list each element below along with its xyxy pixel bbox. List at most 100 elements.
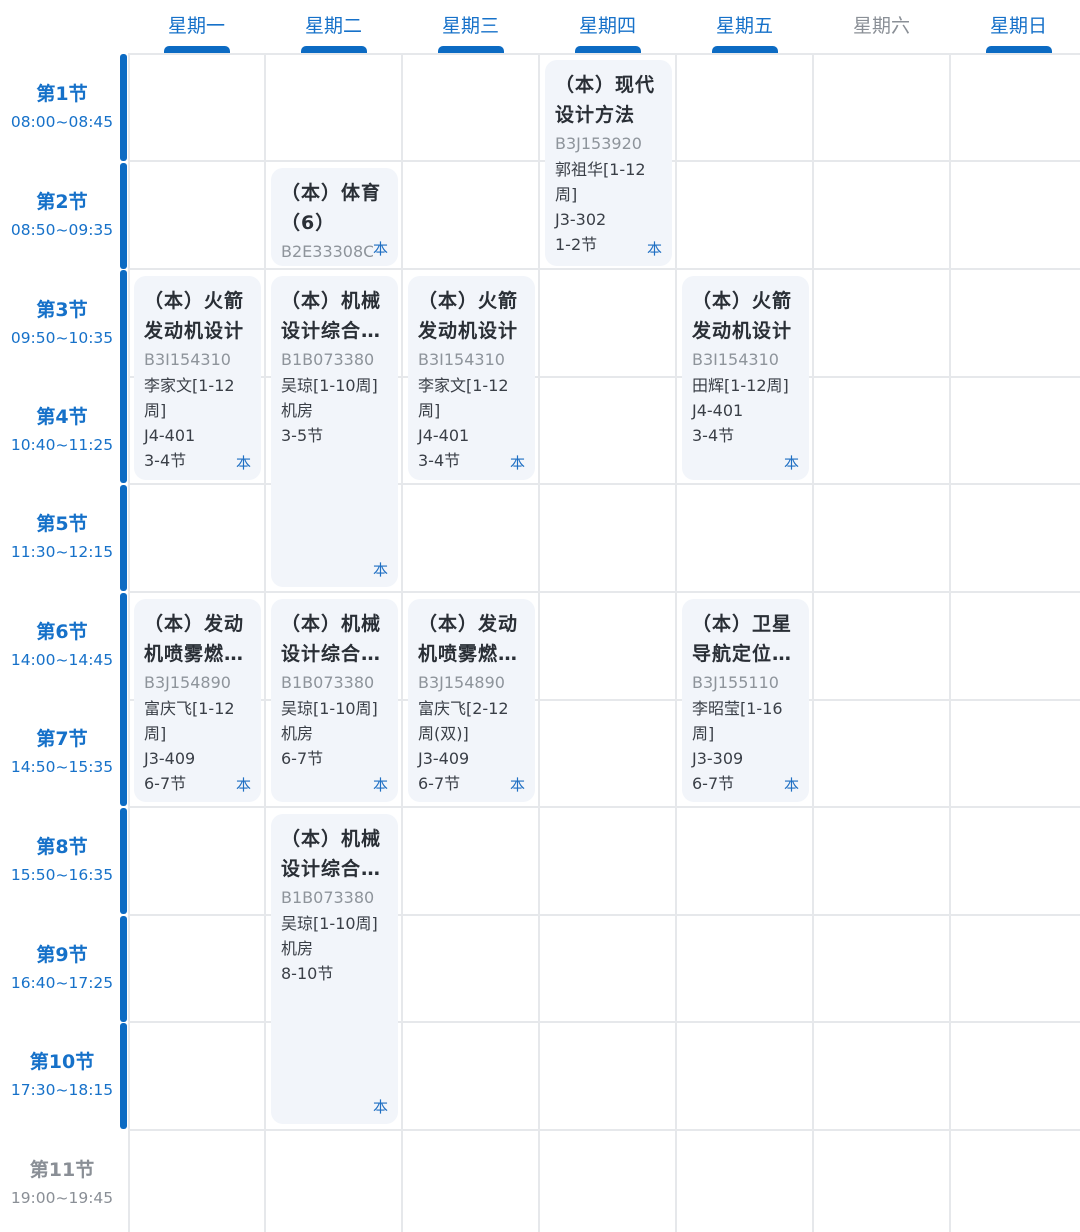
- course-detail: 吴琼[1-10周]: [281, 699, 378, 718]
- day-header-sat[interactable]: 星期六: [813, 0, 950, 54]
- course-title: 设计综合…: [281, 858, 382, 880]
- period-name: 第6节: [36, 621, 88, 643]
- undergrad-badge: 本: [372, 776, 388, 794]
- course-detail: 周]: [692, 724, 715, 743]
- course-detail: 6-7节: [144, 774, 187, 793]
- course-card[interactable]: （本）现代 设计方法 B3J153920 郭祖华[1-12 周] J3-302 …: [545, 60, 672, 266]
- period-10: 第10节 17:30~18:15: [0, 1022, 124, 1129]
- course-title: （本）体育: [281, 182, 382, 204]
- course-detail: 周]: [144, 724, 167, 743]
- course-detail: J4-401: [144, 426, 196, 445]
- period-time: 08:50~09:35: [10, 221, 114, 239]
- period-time: 17:30~18:15: [10, 1081, 114, 1099]
- course-card[interactable]: （本）卫星 导航定位… B3J155110 李昭莹[1-16 周] J3-309…: [682, 599, 809, 802]
- day-header-mon[interactable]: 星期一: [128, 0, 265, 54]
- course-card[interactable]: （本）机械 设计综合… B1B073380 吴琼[1-10周] 机房 8-10节…: [271, 814, 398, 1124]
- undergrad-badge: 本: [235, 776, 251, 794]
- course-detail: 李昭莹[1-16: [692, 699, 783, 718]
- course-detail: 6-7节: [281, 749, 324, 768]
- day-label: 星期四: [578, 15, 636, 37]
- course-title: （本）发动: [144, 613, 245, 635]
- course-code: B1B073380: [281, 888, 375, 907]
- grid-col-line: [264, 54, 266, 1232]
- undergrad-badge: 本: [783, 776, 799, 794]
- course-detail: 3-4节: [692, 426, 735, 445]
- undergrad-badge: 本: [235, 454, 251, 472]
- day-label: 星期日: [989, 15, 1047, 37]
- course-card[interactable]: （本）机械 设计综合… B1B073380 吴琼[1-10周] 机房 6-7节 …: [271, 599, 398, 802]
- course-code: B3I154310: [692, 350, 779, 369]
- period-9: 第9节 16:40~17:25: [0, 915, 124, 1022]
- course-card[interactable]: （本）火箭 发动机设计 B3I154310 李家文[1-12 周] J4-401…: [134, 276, 261, 480]
- period-time: 10:40~11:25: [10, 436, 114, 454]
- period-name: 第8节: [36, 836, 88, 858]
- period-7: 第7节 14:50~15:35: [0, 699, 124, 806]
- course-card[interactable]: （本）发动 机喷雾燃… B3J154890 富庆飞[2-12 周(双)] J3-…: [408, 599, 535, 802]
- course-detail: 吴琼[1-10周]: [281, 914, 378, 933]
- period-time: 09:50~10:35: [10, 329, 114, 347]
- period-5: 第5节 11:30~12:15: [0, 484, 124, 591]
- course-code: B3I154310: [144, 350, 231, 369]
- period-name: 第4节: [36, 406, 88, 428]
- period-time: 15:50~16:35: [10, 866, 114, 884]
- period-name: 第10节: [29, 1051, 95, 1073]
- course-code: B3J155110: [692, 673, 779, 692]
- course-detail: J3-409: [418, 749, 470, 768]
- course-code: B1B073380: [281, 673, 375, 692]
- grid-row-line: [128, 53, 1080, 55]
- day-header-tue[interactable]: 星期二: [265, 0, 402, 54]
- course-title: 机喷雾燃…: [418, 643, 519, 665]
- undergrad-badge: 本: [509, 454, 525, 472]
- period-name: 第7节: [36, 728, 88, 750]
- undergrad-badge: 本: [372, 561, 388, 579]
- course-title: 发动机设计: [418, 320, 519, 342]
- course-title: （本）机械: [281, 290, 382, 312]
- course-card[interactable]: （本）发动 机喷雾燃… B3J154890 富庆飞[1-12 周] J3-409…: [134, 599, 261, 802]
- course-title: 设计综合…: [281, 643, 382, 665]
- course-title: （本）卫星: [692, 613, 793, 635]
- course-detail: 郭祖华[1-12: [555, 160, 646, 179]
- course-card[interactable]: （本）火箭 发动机设计 B3I154310 李家文[1-12 周] J4-401…: [408, 276, 535, 480]
- course-detail: 机房: [281, 401, 314, 420]
- undergrad-badge: 本: [372, 240, 388, 258]
- period-name: 第1节: [36, 83, 88, 105]
- course-detail: 周]: [144, 401, 167, 420]
- course-detail: 8-10节: [281, 964, 334, 983]
- period-time: 19:00~19:45: [10, 1189, 114, 1207]
- grid-col-line: [128, 54, 130, 1232]
- grid-col-line: [401, 54, 403, 1232]
- course-card[interactable]: （本）机械 设计综合… B1B073380 吴琼[1-10周] 机房 3-5节 …: [271, 276, 398, 587]
- course-card[interactable]: （本）体育 （6） B2E33308C 本: [271, 168, 398, 266]
- course-detail: 机房: [281, 939, 314, 958]
- course-card[interactable]: （本）火箭 发动机设计 B3I154310 田辉[1-12周] J4-401 3…: [682, 276, 809, 480]
- undergrad-badge: 本: [783, 454, 799, 472]
- course-code: B2E33308C: [281, 242, 375, 261]
- course-detail: J3-409: [144, 749, 196, 768]
- course-detail: 3-4节: [144, 451, 187, 470]
- undergrad-badge: 本: [509, 776, 525, 794]
- grid-col-line: [812, 54, 814, 1232]
- period-name: 第2节: [36, 191, 88, 213]
- course-detail: 吴琼[1-10周]: [281, 376, 378, 395]
- course-title: （本）火箭: [144, 290, 245, 312]
- course-code: B1B073380: [281, 350, 375, 369]
- course-detail: 李家文[1-12: [418, 376, 509, 395]
- day-header-thu[interactable]: 星期四: [539, 0, 676, 54]
- day-header-wed[interactable]: 星期三: [402, 0, 539, 54]
- course-code: B3I154310: [418, 350, 505, 369]
- course-title: （本）火箭: [418, 290, 519, 312]
- period-6: 第6节 14:00~14:45: [0, 592, 124, 699]
- period-8: 第8节 15:50~16:35: [0, 807, 124, 914]
- period-name: 第9节: [36, 944, 88, 966]
- period-4: 第4节 10:40~11:25: [0, 377, 124, 484]
- day-header-sun[interactable]: 星期日: [950, 0, 1080, 54]
- course-detail: J4-401: [418, 426, 470, 445]
- grid-row-line: [128, 806, 1080, 808]
- course-code: B3J153920: [555, 134, 642, 153]
- course-code: B3J154890: [418, 673, 505, 692]
- day-header-fri[interactable]: 星期五: [676, 0, 813, 54]
- course-title: （本）发动: [418, 613, 519, 635]
- course-title: （6）: [281, 212, 336, 234]
- course-title: 设计方法: [555, 104, 636, 126]
- grid-col-line: [538, 54, 540, 1232]
